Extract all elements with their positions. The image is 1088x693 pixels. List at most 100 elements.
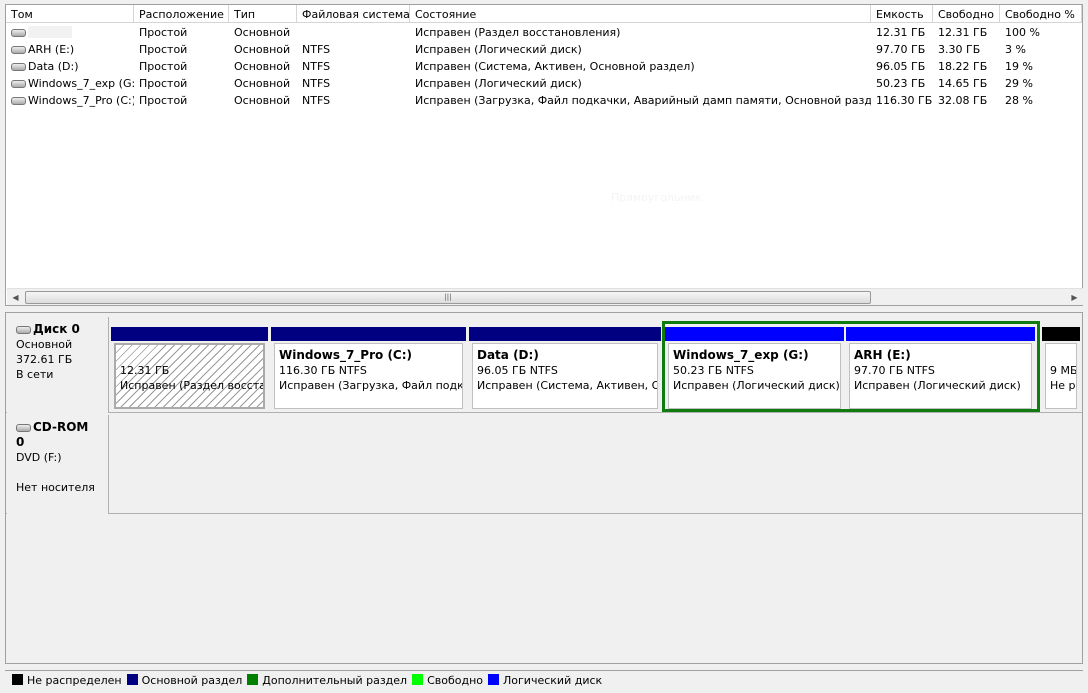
table-cell: Основной [229,92,297,109]
table-cell: 29 % [1000,75,1082,92]
table-cell: Исправен (Раздел восстановления) [410,24,871,41]
partition[interactable]: 12.31 ГБ Исправен (Раздел восстан [111,327,268,412]
volume-name-cell[interactable] [6,24,134,41]
horizontal-scrollbar[interactable]: ◀ ||| ▶ [7,288,1083,305]
drive-icon [11,80,26,88]
table-cell: Основной [229,41,297,58]
partition-body: 12.31 ГБ Исправен (Раздел восстан [114,343,265,409]
legend-swatch [126,674,138,685]
cdrom-row: CD-ROM 0 DVD (F:) Нет носителя [6,415,1082,514]
cell-text: 12.31 ГБ [938,26,988,39]
table-cell: Исправен (Логический диск) [410,41,871,58]
partition-body: 9 МБ Не р [1045,343,1077,409]
cell-text: 3.30 ГБ [938,43,981,56]
partition-body: ARH (E:) 97.70 ГБ NTFS Исправен (Логически… [849,343,1032,409]
disk-type: Основной [16,338,73,351]
disk-0-label[interactable]: Диск 0 Основной 372.61 ГБ В сети [7,317,109,413]
partition-status: Исправен (Загрузка, Файл подкач [279,379,463,392]
cell-text: 19 % [1005,60,1033,73]
volume-list[interactable]: Том Расположение Тип Файловая система Состоя… [5,4,1083,306]
column-header[interactable]: Файловая система [297,5,410,23]
cell-text: NTFS [302,94,331,107]
partition-body: Windows_7_Pro (C:) 116.30 ГБ NTFS Исправен… [274,343,463,409]
legend: Не распределен Основной раздел Дополнитель… [5,670,1083,691]
partition[interactable]: Data (D:) 96.05 ГБ NTFS Исправен (Система,… [469,327,661,412]
table-cell: 28 % [1000,92,1082,109]
volume-name-cell[interactable]: Windows_7_Pro (C:) [6,92,134,109]
column-header[interactable]: Состояние [410,5,871,23]
column-header[interactable]: Свободно [933,5,1000,23]
partition[interactable]: ARH (E:) 97.70 ГБ NTFS Исправен (Логически… [846,327,1035,412]
cell-text: Основной [234,77,291,90]
table-cell: 50.23 ГБ [871,75,933,92]
partition-size: 96.05 ГБ NTFS [477,364,558,377]
table-cell: Простой [134,58,229,75]
cell-text: Исправен (Логический диск) [415,43,582,56]
legend-swatch [412,674,424,685]
partition[interactable]: Windows_7_exp (G:) 50.23 ГБ NTFS Исправен … [665,327,844,412]
table-cell: Исправен (Логический диск) [410,75,871,92]
partition-status: Исправен (Система, Активен, Ос [477,379,658,392]
partition-bar [1042,327,1080,341]
cell-text: Основной [234,26,291,39]
table-cell: 116.30 ГБ [871,92,933,109]
column-header[interactable]: Свободно % [1000,5,1082,23]
table-cell: Основной [229,75,297,92]
cell-text: NTFS [302,60,331,73]
cdrom-label[interactable]: CD-ROM 0 DVD (F:) Нет носителя [7,415,109,514]
table-cell: Простой [134,41,229,58]
column-header[interactable]: Расположение [134,5,229,23]
partition-bar [469,327,661,341]
table-cell: 100 % [1000,24,1082,41]
cdrom-status: Нет носителя [16,481,95,494]
partition-size: 97.70 ГБ NTFS [854,364,935,377]
partition[interactable]: 9 МБ Не р [1042,327,1080,412]
cell-text: Windows_7_Pro (C:) [28,94,134,107]
table-cell: 32.08 ГБ [933,92,1000,109]
table-cell: Исправен (Система, Активен, Основной раз… [410,58,871,75]
cell-text: Основной [234,60,291,73]
volume-name-cell[interactable]: Windows_7_exp (G:) [6,75,134,92]
disk-name: Диск 0 [33,322,80,336]
cdrom-type: DVD (F:) [16,451,62,464]
table-cell: 19 % [1000,58,1082,75]
partition[interactable]: Windows_7_Pro (C:) 116.30 ГБ NTFS Исправен… [271,327,466,412]
partition-title: Windows_7_exp (G:) [673,348,809,362]
table-cell: 97.70 ГБ [871,41,933,58]
legend-swatch [12,674,23,685]
legend-label: Основной раздел [141,674,243,687]
volume-name-cell[interactable]: Data (D:) [6,58,134,75]
column-header[interactable]: Емкость [871,5,933,23]
disk-icon [16,326,31,334]
partition-size: 9 МБ [1050,364,1077,377]
cell-text: 100 % [1005,26,1040,39]
drive-icon [11,46,26,54]
cell-text: Простой [139,94,188,107]
partition-bar [111,327,268,341]
scroll-left-icon[interactable]: ◀ [7,289,24,306]
legend-label: Логический диск [503,674,603,687]
table-cell: NTFS [297,92,410,109]
cell-text: Основной [234,94,291,107]
partition-bar [665,327,844,341]
table-cell: 3.30 ГБ [933,41,1000,58]
cell-text: Windows_7_exp (G:) [28,77,134,90]
column-header[interactable]: Том [6,5,134,23]
table-cell: NTFS [297,58,410,75]
scroll-right-icon[interactable]: ▶ [1066,289,1083,306]
partition-size: 116.30 ГБ NTFS [279,364,367,377]
cell-text: NTFS [302,77,331,90]
legend-label: Дополнительный раздел [262,674,408,687]
volume-name-cell[interactable]: ARH (E:) [6,41,134,58]
column-header[interactable]: Тип [229,5,297,23]
cell-text: Исправен (Загрузка, Файл подкачки, Авари… [415,94,871,107]
disk-graphic-view: Диск 0 Основной 372.61 ГБ В сети 12.31 Г… [5,312,1083,664]
partition-status: Исправен (Логический диск) [854,379,1021,392]
cell-text: 32.08 ГБ [938,94,988,107]
legend-swatch [488,674,500,685]
drive-icon [11,63,26,71]
partition-bar [271,327,466,341]
scroll-thumb[interactable]: ||| [25,291,871,304]
cell-text: 3 % [1005,43,1026,56]
